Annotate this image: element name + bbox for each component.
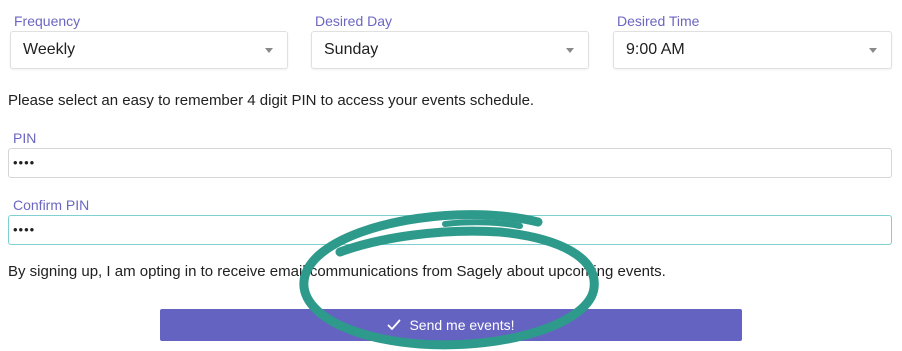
optin-text: By signing up, I am opting in to receive… [8,263,666,280]
desired-time-label: Desired Time [617,13,700,29]
frequency-value: Weekly [23,41,76,58]
confirm-pin-input[interactable]: •••• [8,215,892,245]
signup-form: Frequency Weekly Desired Day Sunday Desi… [0,0,902,351]
pin-value: •••• [13,155,36,170]
desired-day-value: Sunday [324,41,379,58]
send-events-label: Send me events! [409,317,515,333]
frequency-label: Frequency [14,13,81,29]
confirm-pin-value: •••• [13,222,36,237]
pin-input[interactable]: •••• [8,148,892,178]
send-events-button[interactable]: Send me events! [160,309,742,341]
confirm-pin-label: Confirm PIN [13,197,90,213]
desired-day-select[interactable]: Sunday [311,31,589,69]
desired-time-select[interactable]: 9:00 AM [613,31,892,69]
check-icon [387,319,401,331]
chevron-down-icon [869,48,877,53]
pin-instructions: Please select an easy to remember 4 digi… [8,92,535,109]
desired-day-label: Desired Day [315,13,393,29]
pin-label: PIN [13,130,37,146]
frequency-select[interactable]: Weekly [10,31,288,69]
chevron-down-icon [566,48,574,53]
chevron-down-icon [265,48,273,53]
desired-time-value: 9:00 AM [626,41,685,58]
